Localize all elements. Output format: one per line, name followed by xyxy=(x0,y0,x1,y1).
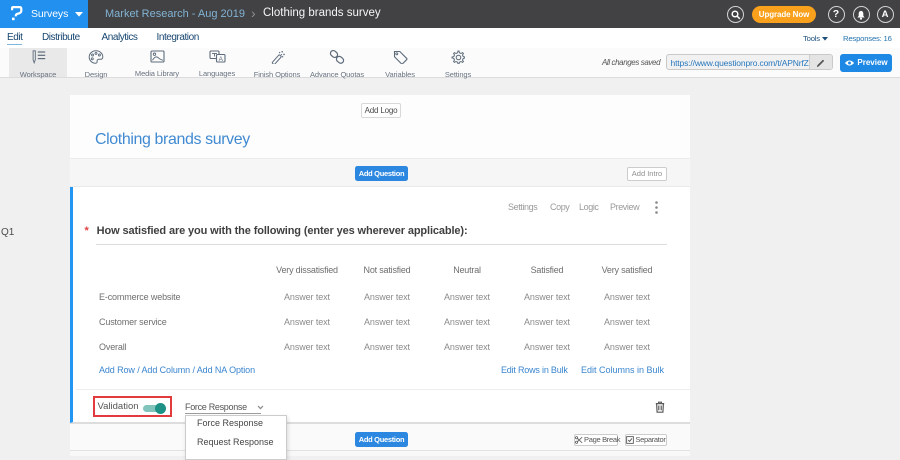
svg-text:A: A xyxy=(218,56,223,63)
